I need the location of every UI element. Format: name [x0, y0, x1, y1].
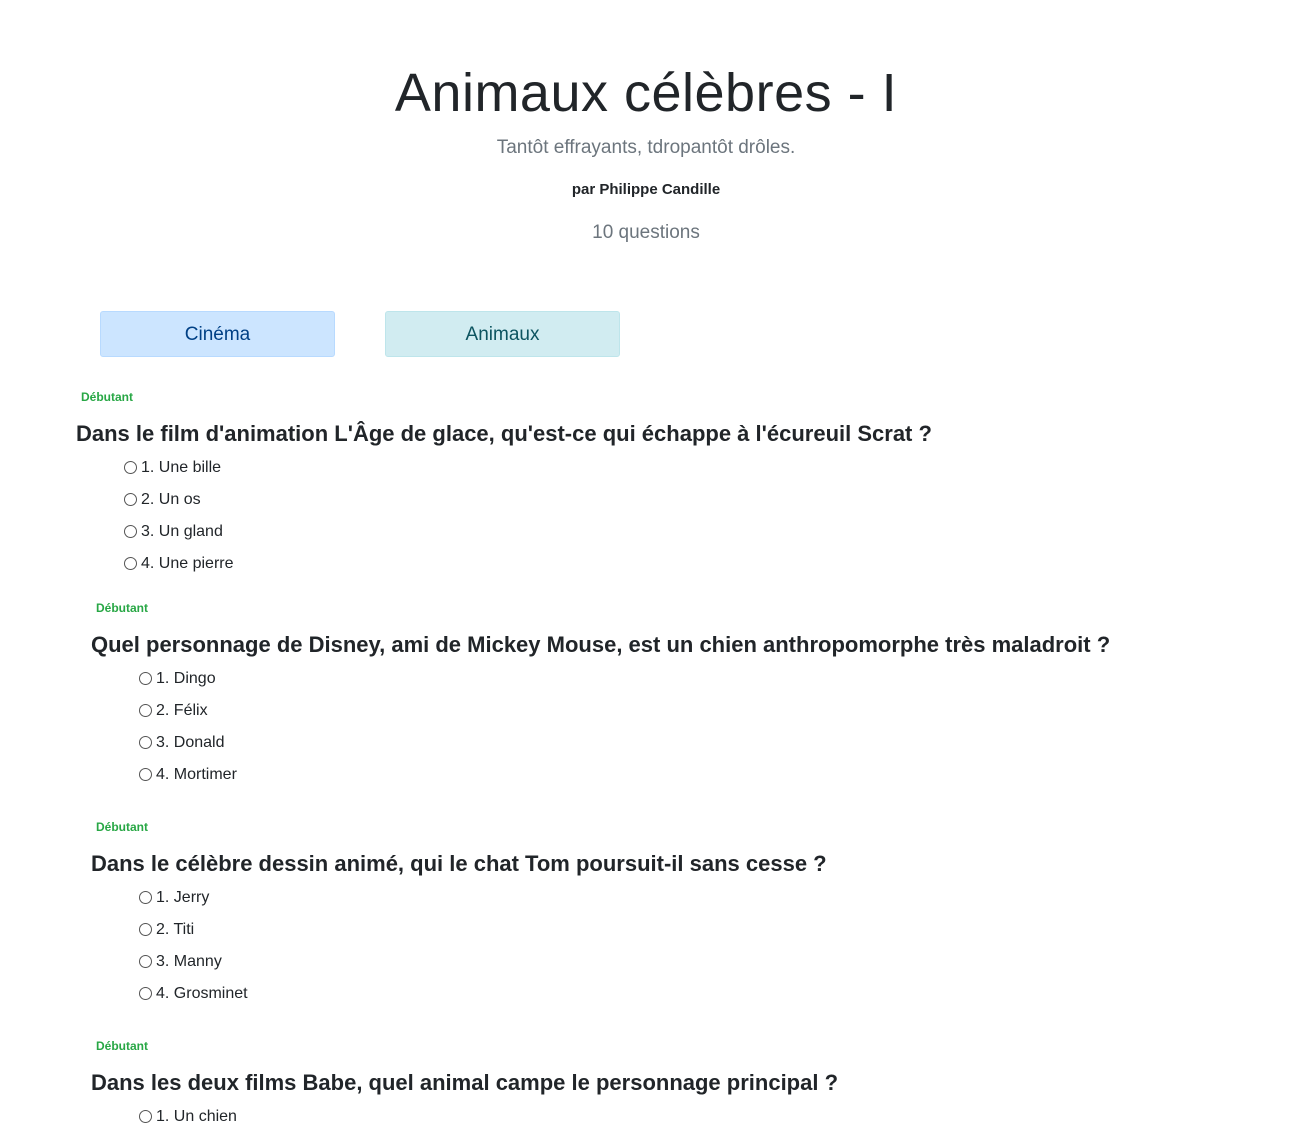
answer-list: 1. Un chien	[139, 1101, 838, 1133]
answer-option[interactable]: 1. Une bille	[124, 452, 932, 484]
answer-label: 4. Grosminet	[156, 985, 248, 1002]
radio-button[interactable]	[139, 1109, 152, 1123]
radio-button[interactable]	[139, 735, 152, 749]
page-title: Animaux célèbres - I	[394, 63, 898, 123]
answer-label: 1. Dingo	[156, 670, 216, 687]
answer-label: 3. Donald	[156, 734, 225, 751]
answer-option[interactable]: 2. Félix	[139, 695, 1110, 727]
question-block: Débutant Quel personnage de Disney, ami …	[91, 600, 1110, 791]
radio-button[interactable]	[139, 922, 152, 936]
radio-button[interactable]	[124, 492, 137, 506]
answer-label: 1. Une bille	[141, 459, 222, 476]
answer-option[interactable]: 2. Titi	[139, 914, 827, 946]
question-text: Dans le célèbre dessin animé, qui le cha…	[91, 851, 827, 876]
question-block: Débutant Dans le film d'animation L'Âge …	[76, 389, 932, 580]
level-badge: Débutant	[96, 601, 148, 615]
answer-label: 2. Félix	[156, 702, 208, 719]
level-badge: Débutant	[81, 390, 133, 404]
quiz-author: par Philippe Candille	[571, 181, 721, 198]
question-block: Débutant Dans les deux films Babe, quel …	[91, 1038, 838, 1133]
question-count: 10 questions	[592, 222, 700, 243]
answer-label: 1. Un chien	[156, 1108, 237, 1125]
radio-button[interactable]	[139, 890, 152, 904]
question-text: Quel personnage de Disney, ami de Mickey…	[91, 632, 1111, 657]
answer-option[interactable]: 4. Une pierre	[124, 548, 932, 580]
answer-option[interactable]: 1. Un chien	[139, 1101, 838, 1133]
answer-label: 3. Manny	[156, 953, 222, 970]
answer-option[interactable]: 2. Un os	[124, 484, 932, 516]
radio-button[interactable]	[139, 671, 152, 685]
answer-option[interactable]: 4. Mortimer	[139, 759, 1110, 791]
tag-cinema-button[interactable]: Cinéma	[100, 311, 335, 357]
level-badge: Débutant	[96, 820, 148, 834]
answer-option[interactable]: 1. Dingo	[139, 663, 1110, 695]
question-block: Débutant Dans le célèbre dessin animé, q…	[91, 819, 827, 1010]
radio-button[interactable]	[139, 986, 152, 1000]
radio-button[interactable]	[139, 703, 152, 717]
radio-button[interactable]	[124, 460, 137, 474]
answer-list: 1. Jerry 2. Titi 3. Manny 4. Grosminet	[139, 882, 827, 1010]
answer-option[interactable]: 4. Grosminet	[139, 978, 827, 1010]
question-text: Dans les deux films Babe, quel animal ca…	[91, 1070, 839, 1095]
question-text: Dans le film d'animation L'Âge de glace,…	[76, 421, 932, 446]
answer-label: 3. Un gland	[141, 523, 223, 540]
answer-label: 1. Jerry	[156, 889, 210, 906]
answer-list: 1. Dingo 2. Félix 3. Donald 4. Mortimer	[139, 663, 1110, 791]
answer-label: 2. Titi	[156, 921, 195, 938]
radio-button[interactable]	[124, 556, 137, 570]
answer-option[interactable]: 1. Jerry	[139, 882, 827, 914]
answer-label: 4. Mortimer	[156, 766, 237, 783]
answer-list: 1. Une bille 2. Un os 3. Un gland 4. Une…	[124, 452, 932, 580]
answer-option[interactable]: 3. Un gland	[124, 516, 932, 548]
answer-label: 4. Une pierre	[141, 555, 234, 572]
answer-option[interactable]: 3. Donald	[139, 727, 1110, 759]
answer-label: 2. Un os	[141, 491, 201, 508]
answer-option[interactable]: 3. Manny	[139, 946, 827, 978]
quiz-subtitle: Tantôt effrayants, tdropantôt drôles.	[496, 137, 796, 158]
tag-animaux-button[interactable]: Animaux	[385, 311, 620, 357]
radio-button[interactable]	[139, 954, 152, 968]
radio-button[interactable]	[124, 524, 137, 538]
level-badge: Débutant	[96, 1039, 148, 1053]
radio-button[interactable]	[139, 767, 152, 781]
